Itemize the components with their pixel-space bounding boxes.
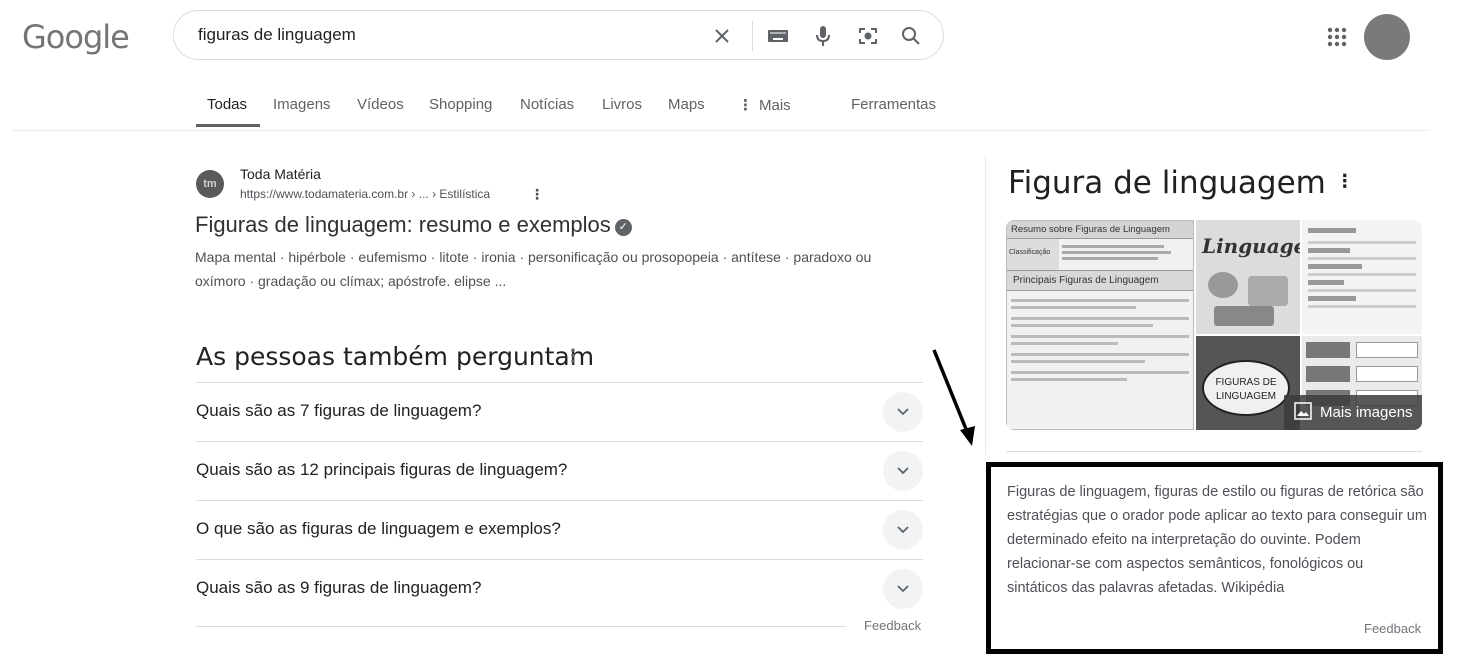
paa-question[interactable]: Quais são as 12 principais figuras de li… bbox=[196, 460, 567, 480]
chevron-down-icon[interactable] bbox=[883, 510, 923, 550]
result-title: Figuras de linguagem: resumo e exemplos bbox=[195, 212, 611, 237]
search-input[interactable]: figuras de linguagem bbox=[198, 25, 356, 45]
tab-todas[interactable]: Todas bbox=[207, 96, 247, 113]
search-box[interactable]: figuras de linguagem bbox=[173, 10, 944, 60]
kp-title-wrap: Figura de linguagem ⋮ bbox=[1008, 165, 1354, 201]
paa-question[interactable]: Quais são as 9 figuras de linguagem? bbox=[196, 578, 481, 598]
kp-divider bbox=[1006, 451, 1422, 452]
search-divider bbox=[752, 21, 753, 51]
tab-ferramentas[interactable]: Ferramentas bbox=[851, 96, 936, 113]
kp-image[interactable]: Linguagem bbox=[1196, 220, 1300, 334]
search-tabs: Todas Imagens Vídeos Shopping Notícias L… bbox=[0, 94, 1430, 130]
tab-shopping[interactable]: Shopping bbox=[429, 96, 492, 113]
result-title-link[interactable]: Figuras de linguagem: resumo e exemplos ✓ bbox=[195, 212, 632, 238]
kp-description-text: Figuras de linguagem, figuras de estilo … bbox=[1007, 484, 1427, 596]
paa-divider bbox=[196, 382, 923, 383]
clear-icon[interactable] bbox=[710, 24, 734, 48]
tab-videos[interactable]: Vídeos bbox=[357, 96, 404, 113]
annotation-arrow bbox=[932, 349, 975, 446]
result-more-icon[interactable]: ⋮ bbox=[530, 186, 544, 203]
keyboard-icon[interactable] bbox=[766, 24, 790, 48]
apps-grid-icon[interactable] bbox=[1326, 26, 1348, 48]
tab-livros[interactable]: Livros bbox=[602, 96, 642, 113]
image-icon bbox=[1294, 401, 1312, 424]
site-favicon[interactable]: tm bbox=[196, 170, 224, 198]
kp-feedback-link[interactable]: Feedback bbox=[1364, 621, 1421, 636]
kp-description: Figuras de linguagem, figuras de estilo … bbox=[1007, 480, 1427, 600]
kp-image[interactable] bbox=[1302, 220, 1422, 334]
panel-divider bbox=[985, 155, 986, 455]
paa-divider bbox=[196, 559, 923, 560]
active-tab-indicator bbox=[196, 124, 260, 127]
kp-image[interactable]: Resumo sobre Figuras de Linguagem Classi… bbox=[1006, 220, 1194, 430]
paa-divider bbox=[196, 626, 846, 627]
result-site-name[interactable]: Toda Matéria bbox=[240, 166, 321, 182]
verified-icon: ✓ bbox=[614, 219, 632, 236]
result-url[interactable]: https://www.todamateria.com.br › ... › E… bbox=[240, 187, 490, 201]
tab-imagens[interactable]: Imagens bbox=[273, 96, 331, 113]
wikipedia-link[interactable]: Wikipédia bbox=[1221, 580, 1284, 596]
paa-more-icon[interactable]: ⋮ bbox=[564, 346, 582, 367]
tabs-divider bbox=[12, 130, 1430, 131]
microphone-icon[interactable] bbox=[811, 24, 835, 48]
kp-image-label: Classificação bbox=[1007, 239, 1059, 270]
search-icon[interactable] bbox=[899, 24, 923, 48]
more-images-button[interactable]: Mais imagens bbox=[1284, 395, 1422, 430]
kp-image-caption: Linguagem bbox=[1202, 234, 1300, 258]
chevron-down-icon[interactable] bbox=[883, 392, 923, 432]
paa-title: As pessoas também perguntam bbox=[196, 342, 595, 371]
result-snippet: Mapa mental · hipérbole · eufemismo · li… bbox=[195, 249, 872, 289]
paa-divider bbox=[196, 441, 923, 442]
kp-image-heading: Resumo sobre Figuras de Linguagem bbox=[1007, 221, 1193, 239]
paa-question[interactable]: O que são as figuras de linguagem e exem… bbox=[196, 519, 561, 539]
paa-feedback-link[interactable]: Feedback bbox=[864, 618, 921, 633]
tab-maps[interactable]: Maps bbox=[668, 96, 705, 113]
kp-title: Figura de linguagem bbox=[1008, 165, 1326, 201]
more-images-label: Mais imagens bbox=[1320, 404, 1413, 421]
tab-noticias[interactable]: Notícias bbox=[520, 96, 574, 113]
google-logo[interactable]: Google bbox=[22, 18, 130, 56]
paa-question[interactable]: Quais são as 7 figuras de linguagem? bbox=[196, 401, 481, 421]
avatar[interactable] bbox=[1364, 14, 1410, 60]
tab-mais[interactable]: ⋮ Mais bbox=[738, 96, 791, 114]
paa-divider bbox=[196, 500, 923, 501]
kp-image-caption: FIGURAS DE LINGUAGEM bbox=[1215, 377, 1277, 402]
camera-search-icon[interactable] bbox=[856, 24, 880, 48]
kp-image-subheading: Principais Figuras de Linguagem bbox=[1007, 271, 1193, 291]
more-vert-icon: ⋮ bbox=[738, 97, 753, 114]
kp-more-icon[interactable]: ⋮ bbox=[1336, 171, 1354, 192]
chevron-down-icon[interactable] bbox=[883, 569, 923, 609]
chevron-down-icon[interactable] bbox=[883, 451, 923, 491]
